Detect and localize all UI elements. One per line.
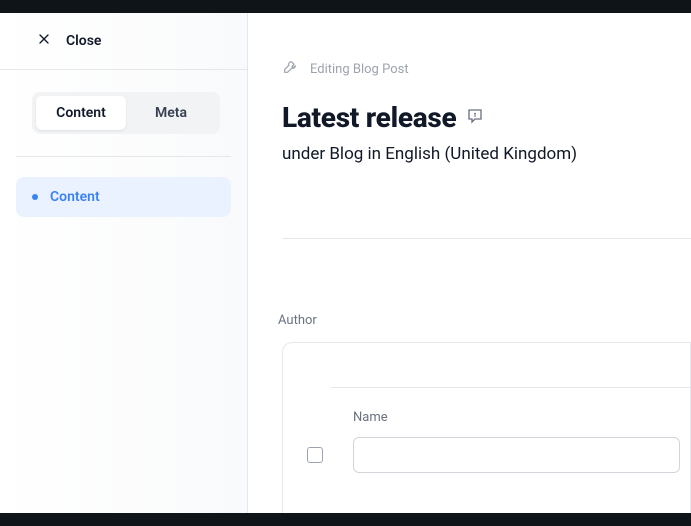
breadcrumb: Editing Blog Post — [282, 59, 691, 79]
close-icon — [36, 31, 52, 51]
page-subtitle: under Blog in English (United Kingdom) — [282, 144, 691, 164]
section-divider — [282, 238, 691, 239]
breadcrumb-text: Editing Blog Post — [310, 62, 409, 77]
tab-content[interactable]: Content — [36, 96, 126, 130]
tab-meta[interactable]: Meta — [126, 96, 216, 130]
author-card: Name — [282, 342, 691, 513]
author-field-label: Author — [278, 313, 691, 328]
author-checkbox[interactable] — [307, 447, 323, 463]
name-field-label: Name — [353, 410, 690, 425]
dot-icon — [32, 194, 38, 200]
tools-icon — [282, 59, 298, 79]
sidebar-nav: Content — [0, 157, 247, 237]
card-divider — [331, 387, 690, 388]
page-title: Latest release — [282, 101, 456, 134]
close-label: Close — [66, 33, 101, 49]
main-content: Editing Blog Post Latest release under B… — [248, 13, 691, 513]
sidebar: Close Content Meta Content — [0, 13, 248, 513]
name-input[interactable] — [353, 437, 680, 473]
nav-item-label: Content — [50, 189, 100, 205]
close-button[interactable]: Close — [0, 13, 247, 70]
nav-item-content[interactable]: Content — [16, 177, 231, 217]
sidebar-tabs: Content Meta — [16, 70, 231, 157]
comment-icon[interactable] — [466, 107, 484, 129]
